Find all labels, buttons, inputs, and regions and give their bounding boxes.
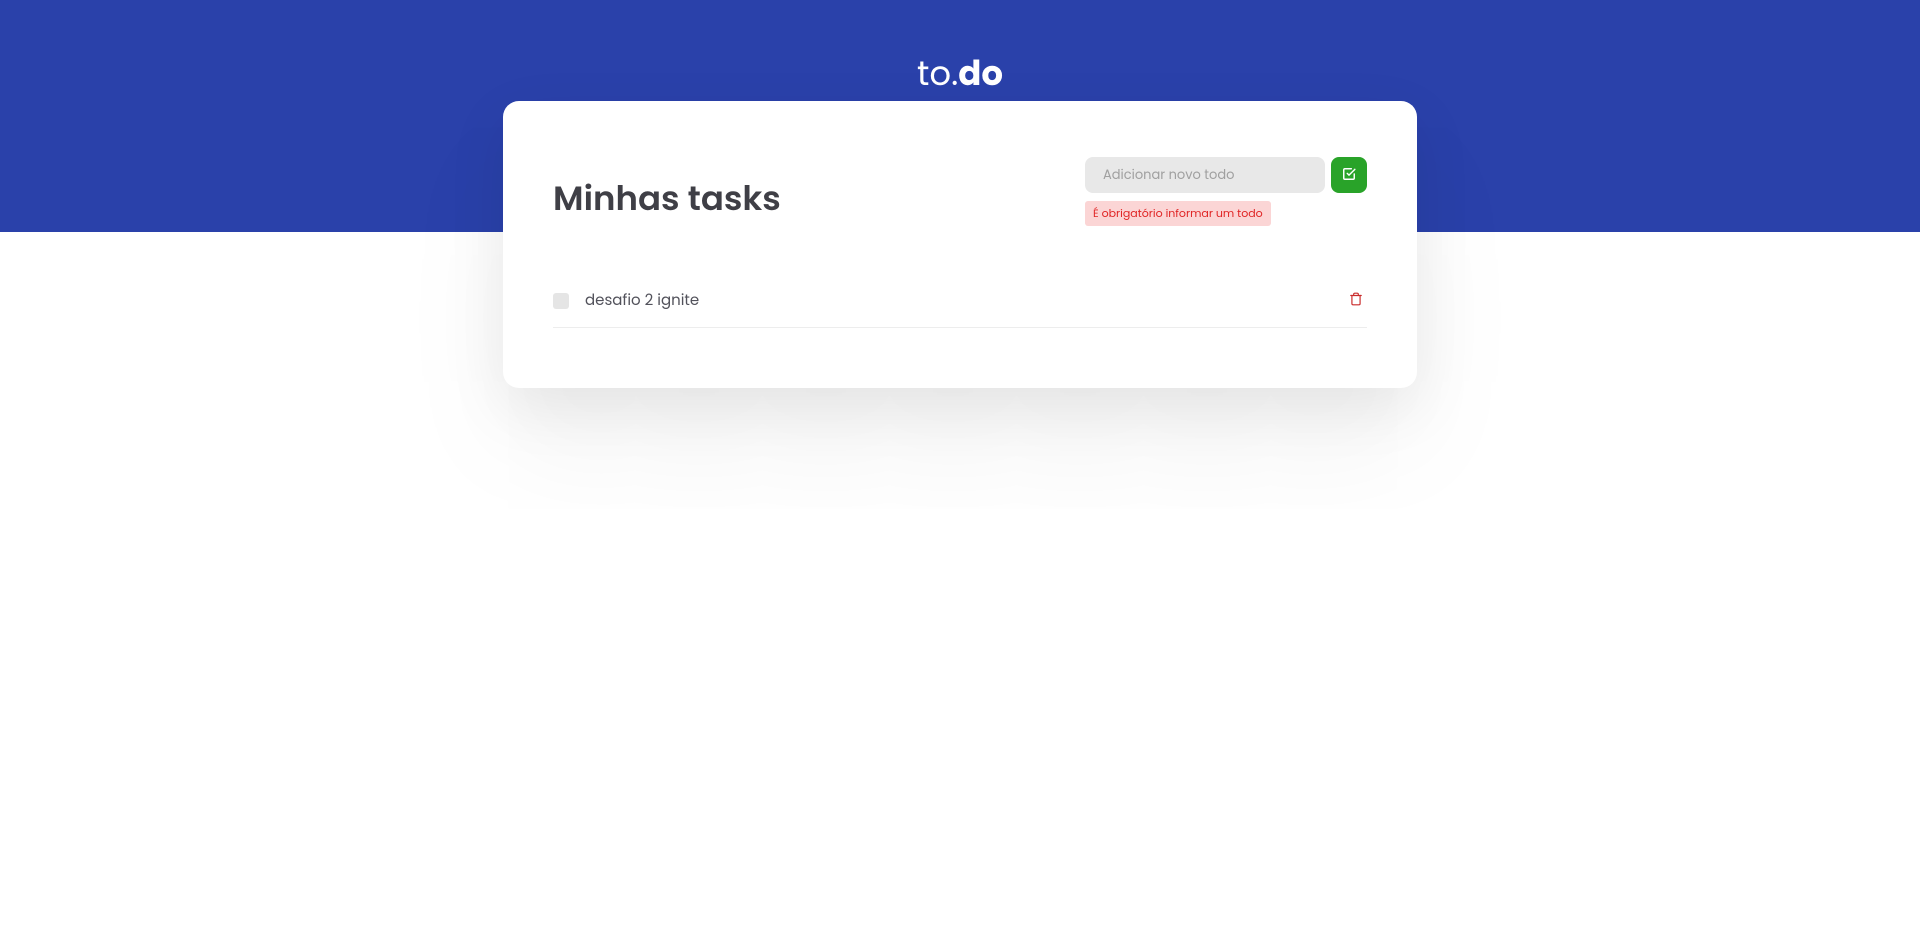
add-task-button[interactable] [1331, 157, 1367, 193]
delete-task-button[interactable] [1345, 288, 1367, 313]
main-card: Minhas tasks É obrigatório informar um t… [503, 101, 1417, 388]
logo-text-light: to. [917, 49, 958, 97]
error-message: É obrigatório informar um todo [1085, 201, 1271, 226]
task-item: desafio 2 ignite [553, 274, 1367, 328]
trash-icon [1349, 292, 1363, 309]
new-task-input[interactable] [1085, 157, 1325, 193]
card-header: Minhas tasks É obrigatório informar um t… [553, 157, 1367, 226]
task-label: desafio 2 ignite [585, 289, 699, 312]
task-checkbox[interactable] [553, 293, 569, 309]
task-list: desafio 2 ignite [553, 274, 1367, 328]
input-area: É obrigatório informar um todo [1085, 157, 1367, 226]
app-logo: to.do [0, 48, 1920, 99]
page-title: Minhas tasks [553, 157, 781, 224]
check-square-icon [1342, 167, 1356, 184]
header: to.do Minhas tasks É obrig [0, 0, 1920, 232]
logo-text-bold: do [958, 49, 1003, 97]
input-row [1085, 157, 1367, 193]
task-left: desafio 2 ignite [553, 289, 699, 312]
